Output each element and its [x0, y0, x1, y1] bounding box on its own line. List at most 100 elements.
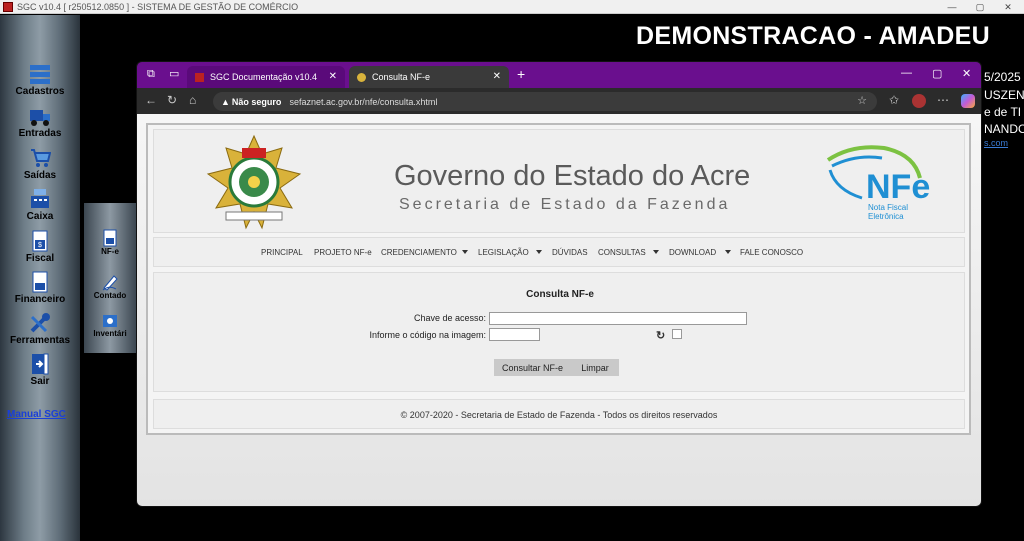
tab-label: SGC Documentação v10.4 — [210, 72, 318, 82]
submenu-item-contado[interactable]: Contado — [84, 273, 136, 300]
menu-item-projeto-nfe[interactable]: PROJETO NF-e — [314, 248, 372, 257]
workspaces-icon[interactable]: ⧉ — [147, 68, 155, 81]
exit-door-icon — [32, 353, 49, 375]
menu-item-duvidas[interactable]: DÚVIDAS — [552, 248, 588, 257]
submenu-item-nfe[interactable]: NF-e — [84, 229, 136, 256]
url-field[interactable]: ▲ Não seguro sefaznet.ac.gov.br/nfe/cons… — [213, 92, 877, 111]
captcha-image — [672, 329, 682, 339]
inventory-icon — [103, 315, 117, 327]
sgc-app-icon — [3, 1, 13, 12]
maximize-button[interactable]: ▢ — [966, 0, 994, 14]
nfe-logo-icon: NFe Nota Fiscal Eletrônica — [826, 145, 930, 221]
menu-item-download[interactable]: DOWNLOAD — [669, 248, 716, 257]
nfe-logo-line1: Nota Fiscal — [868, 203, 908, 212]
site-menu: PRINCIPAL PROJETO NF-e CREDENCIAMENTO LE… — [153, 237, 965, 267]
url-text: sefaznet.ac.gov.br/nfe/consulta.xhtml — [289, 96, 438, 107]
limpar-button[interactable]: Limpar — [571, 359, 619, 376]
submenu-item-label: NF-e — [101, 247, 119, 256]
sidebar-item-label: Ferramentas — [9, 335, 71, 346]
sgc-window-title: SGC v10.4 [ r250512.0850 ] - SISTEMA DE … — [17, 1, 299, 12]
menu-item-principal[interactable]: PRINCIPAL — [261, 248, 303, 257]
chevron-down-icon[interactable] — [725, 250, 731, 254]
chevron-down-icon[interactable] — [536, 250, 542, 254]
sidebar-item-label: Saídas — [23, 170, 57, 181]
reload-icon[interactable]: ↻ — [167, 93, 177, 107]
profile-avatar[interactable] — [912, 94, 926, 108]
fiscal-submenu: NF-e Contado Inventári — [84, 203, 136, 353]
side-text-line: USZEN — [984, 88, 1024, 102]
tab-consulta-nfe[interactable]: Consulta NF-e ✕ — [349, 66, 509, 88]
home-icon[interactable]: ⌂ — [189, 93, 196, 107]
submenu-item-label: Contado — [93, 291, 127, 300]
header-panel: Governo do Estado do Acre Secretaria de … — [153, 129, 965, 233]
menu-item-consultas[interactable]: CONSULTAS — [598, 248, 646, 257]
menu-item-fale-conosco[interactable]: FALE CONOSCO — [740, 248, 803, 257]
menu-item-credenciamento[interactable]: CREDENCIAMENTO — [381, 248, 457, 257]
menu-item-legislacao[interactable]: LEGISLAÇÃO — [478, 248, 529, 257]
side-text-line: 5/2025 — [984, 70, 1021, 84]
browser-minimize-button[interactable]: — — [901, 67, 912, 79]
captcha-input[interactable] — [489, 328, 540, 341]
close-tab-icon[interactable]: ✕ — [493, 71, 501, 82]
sidebar-item-ferramentas[interactable]: Ferramentas — [0, 312, 80, 346]
form-title: Consulta NF-e — [526, 289, 594, 300]
tab-sgc-doc[interactable]: SGC Documentação v10.4 ✕ — [187, 66, 345, 88]
new-tab-icon[interactable]: + — [517, 66, 525, 82]
side-text-line: NANDO — [984, 122, 1024, 136]
sidebar-item-label: Financeiro — [14, 294, 66, 305]
chave-label: Chave de acesso: — [413, 313, 486, 323]
chave-input[interactable] — [489, 312, 747, 325]
cart-icon — [31, 149, 51, 167]
svg-text:$: $ — [38, 242, 42, 249]
page-footer: © 2007-2020 - Secretaria de Estado de Fa… — [153, 399, 965, 429]
favorite-star-icon[interactable]: ☆ — [857, 94, 867, 107]
tab-actions-icon[interactable]: ▭ — [169, 67, 179, 80]
close-button[interactable]: ✕ — [994, 0, 1022, 14]
back-icon[interactable]: ← — [145, 93, 157, 107]
copilot-icon[interactable] — [961, 94, 975, 108]
sidebar-item-label: Fiscal — [25, 253, 55, 264]
sgc-favicon — [195, 72, 204, 82]
sidebar-item-label: Sair — [30, 376, 50, 387]
consultar-button[interactable]: Consultar NF-e — [494, 359, 571, 376]
cash-register-icon — [31, 189, 49, 208]
submenu-item-inventario[interactable]: Inventári — [84, 311, 136, 338]
refresh-captcha-icon[interactable]: ↻ — [656, 329, 665, 342]
sidebar-item-label: Caixa — [26, 211, 54, 222]
demo-title: DEMONSTRACAO - AMADEU — [636, 22, 990, 50]
sidebar-item-cadastros[interactable]: Cadastros — [0, 63, 80, 97]
close-tab-icon[interactable]: ✕ — [329, 71, 337, 82]
side-link[interactable]: s.com — [984, 138, 1008, 148]
browser-close-button[interactable]: ✕ — [962, 67, 971, 80]
favorites-icon[interactable]: ✩ — [889, 93, 899, 107]
tools-icon — [30, 313, 50, 333]
chevron-down-icon[interactable] — [653, 250, 659, 254]
sec-title: Secretaria de Estado da Fazenda — [399, 196, 731, 213]
sidebar-item-sair[interactable]: Sair — [0, 353, 80, 387]
browser-maximize-button[interactable]: ▢ — [932, 67, 942, 80]
warning-icon: ▲ — [221, 96, 230, 107]
side-text-line: e de TI — [984, 105, 1022, 119]
cadastros-icon — [30, 65, 50, 84]
minimize-button[interactable]: — — [938, 0, 966, 14]
fiscal-document-icon: $ — [32, 230, 48, 252]
more-menu-icon[interactable]: ⋯ — [937, 93, 949, 107]
pen-signature-icon — [102, 275, 118, 291]
consulta-form: Consulta NF-e Chave de acesso: Informe o… — [153, 272, 965, 392]
truck-icon — [30, 110, 50, 126]
nfe-logo-line2: Eletrônica — [868, 212, 904, 221]
acre-coat-of-arms-icon — [206, 134, 302, 230]
security-label[interactable]: Não seguro — [232, 97, 282, 107]
sidebar-item-saidas[interactable]: Saídas — [0, 147, 80, 181]
page-container: Governo do Estado do Acre Secretaria de … — [146, 123, 971, 435]
sidebar-item-fiscal[interactable]: $ Fiscal — [0, 230, 80, 264]
page-viewport: Governo do Estado do Acre Secretaria de … — [137, 114, 981, 506]
chevron-down-icon[interactable] — [462, 250, 468, 254]
sidebar-item-caixa[interactable]: Caixa — [0, 188, 80, 222]
manual-sgc-link[interactable]: Manual SGC — [7, 409, 66, 420]
sidebar-item-label: Entradas — [18, 128, 62, 139]
tab-label: Consulta NF-e — [372, 72, 431, 82]
sidebar-item-entradas[interactable]: Entradas — [0, 105, 80, 139]
sidebar-item-financeiro[interactable]: Financeiro — [0, 271, 80, 305]
submenu-item-label: Inventári — [93, 329, 127, 338]
